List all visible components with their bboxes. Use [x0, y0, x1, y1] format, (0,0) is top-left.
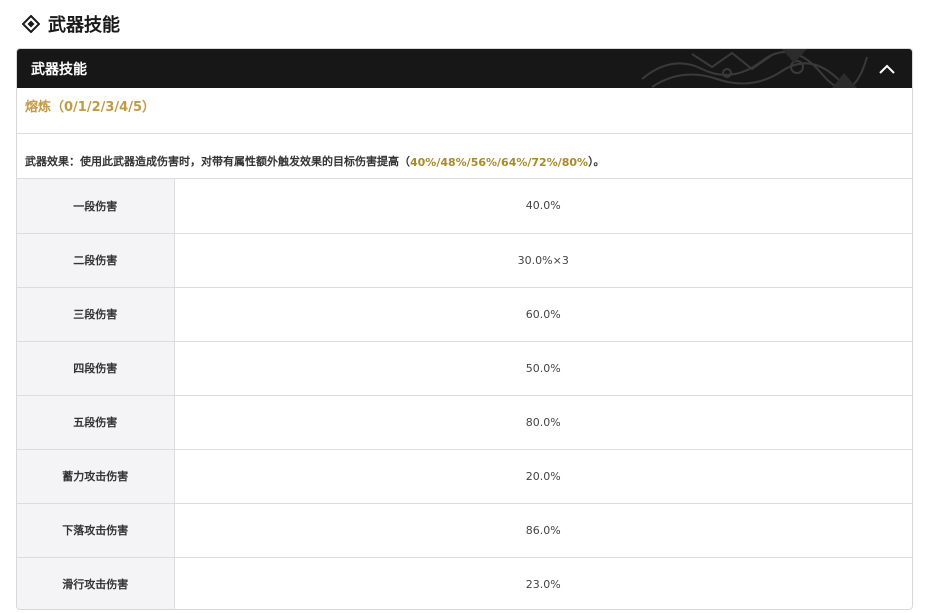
effect-prefix: 武器效果：使用此武器造成伤害时，对带有属性额外触发效果的目标伤害提高（: [25, 155, 410, 168]
stat-label: 蓄力攻击伤害: [17, 449, 175, 504]
weapon-skill-panel: 武器技能 熔炼（0/1/2/3/4/5） 武器效果：使用此武器造成伤害时，对带有…: [16, 48, 913, 610]
stat-label: 五段伤害: [17, 395, 175, 450]
stat-value: 50.0%: [174, 341, 912, 396]
stat-label: 滑行攻击伤害: [17, 557, 175, 609]
table-row: 蓄力攻击伤害 20.0%: [17, 449, 912, 504]
diamond-icon: [22, 15, 40, 33]
table-row: 二段伤害 30.0%×3: [17, 233, 912, 288]
refine-row: 熔炼（0/1/2/3/4/5）: [17, 88, 912, 134]
stat-label: 下落攻击伤害: [17, 503, 175, 558]
table-row: 下落攻击伤害 86.0%: [17, 503, 912, 558]
stat-value: 86.0%: [174, 503, 912, 558]
stat-value: 30.0%×3: [174, 233, 912, 288]
panel-title: 武器技能: [31, 61, 87, 78]
table-row: 一段伤害 40.0%: [17, 179, 912, 234]
stat-table: 一段伤害 40.0% 二段伤害 30.0%×3 三段伤害 60.0% 四段伤害 …: [17, 179, 912, 609]
header-decoration: [641, 49, 868, 88]
panel-header[interactable]: 武器技能: [17, 49, 912, 88]
stat-value: 80.0%: [174, 395, 912, 450]
collapse-button[interactable]: [876, 58, 898, 80]
table-row: 三段伤害 60.0%: [17, 287, 912, 342]
stat-label: 四段伤害: [17, 341, 175, 396]
stat-value: 20.0%: [174, 449, 912, 504]
section-heading: 武器技能: [22, 10, 120, 38]
table-row: 五段伤害 80.0%: [17, 395, 912, 450]
stat-value: 60.0%: [174, 287, 912, 342]
stat-value: 40.0%: [174, 179, 912, 234]
chevron-up-icon: [879, 64, 895, 74]
stat-value: 23.0%: [525, 577, 561, 591]
table-row: 滑行攻击伤害 23.0%: [17, 557, 912, 609]
refine-label: 熔炼（0/1/2/3/4/5）: [25, 100, 156, 115]
effect-values: 40%/48%/56%/64%/72%/80%: [410, 156, 589, 169]
stat-label: 三段伤害: [17, 287, 175, 342]
weapon-effect: 武器效果：使用此武器造成伤害时，对带有属性额外触发效果的目标伤害提高（ 40%/4…: [17, 134, 912, 179]
effect-suffix: ）。: [588, 155, 605, 168]
stat-label: 一段伤害: [17, 179, 175, 234]
section-title: 武器技能: [48, 15, 120, 36]
table-row: 四段伤害 50.0%: [17, 341, 912, 396]
stat-label: 二段伤害: [17, 233, 175, 288]
